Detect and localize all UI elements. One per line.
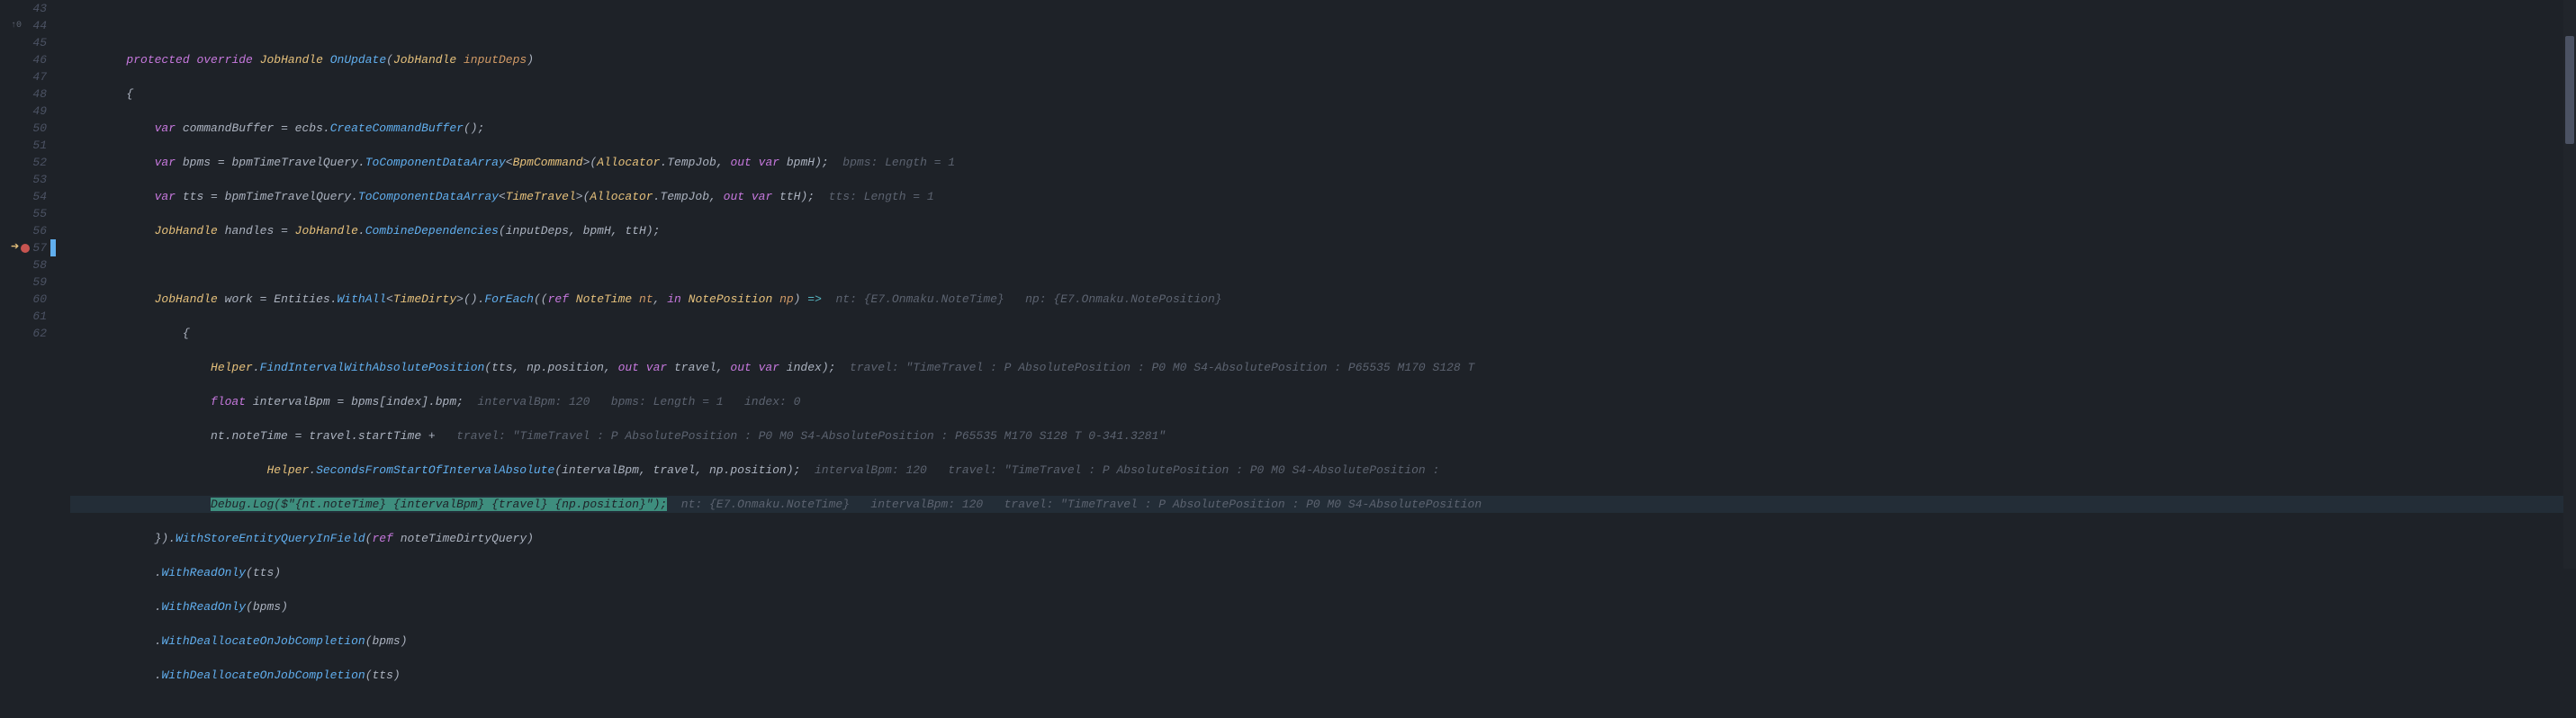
code-line[interactable]: .WithReadOnly(tts) xyxy=(70,564,2576,581)
inline-hint: intervalBpm: 120 bpms: Length = 1 index:… xyxy=(464,395,800,408)
references-icon[interactable]: ↑0 xyxy=(11,17,22,34)
code-line[interactable]: nt.noteTime = travel.startTime + travel:… xyxy=(70,427,2576,444)
gutter-line: 59 xyxy=(0,274,47,291)
inline-hint: tts: Length = 1 xyxy=(815,190,934,203)
gutter-line: 51 xyxy=(0,137,47,154)
gutter-line: 53 xyxy=(0,171,47,188)
gutter-line: 50 xyxy=(0,120,47,137)
gutter[interactable]: 43 ↑0 44 45 46 47 48 49 50 51 52 53 54 5… xyxy=(0,0,63,569)
gutter-line: 48 xyxy=(0,85,47,103)
gutter-line: 58 xyxy=(0,256,47,274)
code-line[interactable]: { xyxy=(70,85,2576,103)
code-line[interactable]: }).WithStoreEntityQueryInField(ref noteT… xyxy=(70,530,2576,547)
code-line-current[interactable]: Debug.Log($"{nt.noteTime} {intervalBpm} … xyxy=(70,496,2576,513)
code-line[interactable]: JobHandle work = Entities.WithAll<TimeDi… xyxy=(70,291,2576,308)
gutter-line: 46 xyxy=(0,51,47,68)
gutter-line: 55 xyxy=(0,205,47,222)
code-area[interactable]: protected override JobHandle OnUpdate(Jo… xyxy=(63,0,2576,569)
inline-hint: intervalBpm: 120 travel: "TimeTravel : P… xyxy=(800,463,1439,477)
inline-hint: nt: {E7.Onmaku.NoteTime} intervalBpm: 12… xyxy=(667,498,1482,511)
code-line[interactable]: Helper.SecondsFromStartOfIntervalAbsolut… xyxy=(70,462,2576,479)
vertical-scrollbar[interactable] xyxy=(2563,0,2576,569)
gutter-line: 60 xyxy=(0,291,47,308)
gutter-line: 54 xyxy=(0,188,47,205)
gutter-line[interactable]: ➔ 57 xyxy=(0,239,47,256)
inline-hint: travel: "TimeTravel : P AbsolutePosition… xyxy=(835,361,1474,374)
code-line[interactable]: float intervalBpm = bpms[index].bpm; int… xyxy=(70,393,2576,410)
current-line-marker xyxy=(50,239,56,256)
code-line[interactable]: { xyxy=(70,325,2576,342)
gutter-line: 45 xyxy=(0,34,47,51)
code-line[interactable]: Helper.FindIntervalWithAbsolutePosition(… xyxy=(70,359,2576,376)
code-line[interactable]: .WithDeallocateOnJobCompletion(bpms) xyxy=(70,633,2576,650)
gutter-line: ↑0 44 xyxy=(0,17,47,34)
gutter-line: 56 xyxy=(0,222,47,239)
code-editor[interactable]: 43 ↑0 44 45 46 47 48 49 50 51 52 53 54 5… xyxy=(0,0,2576,569)
code-line[interactable]: .WithDeallocateOnJobCompletion(tts) xyxy=(70,667,2576,684)
code-line[interactable]: var commandBuffer = ecbs.CreateCommandBu… xyxy=(70,120,2576,137)
inline-hint: travel: "TimeTravel : P AbsolutePosition… xyxy=(436,429,1166,443)
code-line[interactable] xyxy=(70,256,2576,274)
code-line[interactable]: var tts = bpmTimeTravelQuery.ToComponent… xyxy=(70,188,2576,205)
gutter-line: 43 xyxy=(0,0,47,17)
execution-pointer-icon: ➔ xyxy=(11,239,19,256)
scrollbar-thumb[interactable] xyxy=(2565,36,2574,144)
code-line[interactable] xyxy=(70,17,2576,34)
gutter-line: 61 xyxy=(0,308,47,325)
gutter-line: 52 xyxy=(0,154,47,171)
code-line[interactable]: .WithReadOnly(bpms) xyxy=(70,598,2576,615)
breakpoint-icon[interactable] xyxy=(21,244,30,253)
code-line[interactable]: var bpms = bpmTimeTravelQuery.ToComponen… xyxy=(70,154,2576,171)
gutter-line: 47 xyxy=(0,68,47,85)
code-line[interactable]: protected override JobHandle OnUpdate(Jo… xyxy=(70,51,2576,68)
inline-hint: nt: {E7.Onmaku.NoteTime} np: {E7.Onmaku.… xyxy=(822,292,1222,306)
debug-statement-highlight: Debug.Log($"{nt.noteTime} {intervalBpm} … xyxy=(211,498,667,511)
gutter-line: 49 xyxy=(0,103,47,120)
inline-hint: bpms: Length = 1 xyxy=(829,156,955,169)
gutter-line: 62 xyxy=(0,325,47,342)
code-line[interactable]: JobHandle handles = JobHandle.CombineDep… xyxy=(70,222,2576,239)
